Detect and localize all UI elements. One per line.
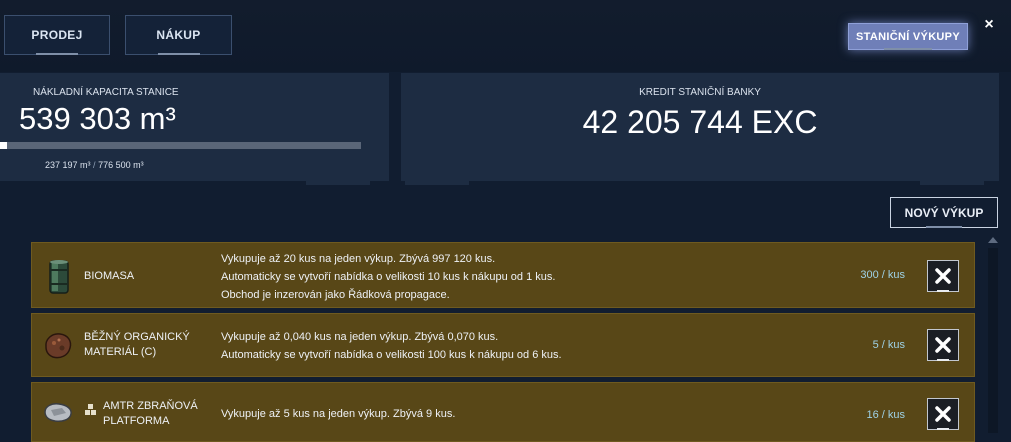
new-buyout-button[interactable]: NOVÝ VÝKUP xyxy=(890,197,998,228)
buyout-row: AMTR ZBRAŇOVÁ PLATFORMA Vykupuje až 5 ku… xyxy=(31,382,975,442)
buyout-description: Vykupuje až 0,040 kus na jeden výkup. Zb… xyxy=(221,328,562,364)
buyout-price: 5 / kus xyxy=(872,339,905,351)
buyout-item-name-line: BĚŽNÝ ORGANICKÝ xyxy=(84,331,190,343)
buyout-description: Vykupuje až 5 kus na jeden výkup. Zbývá … xyxy=(221,405,455,423)
buyout-row: BĚŽNÝ ORGANICKÝ MATERIÁL (C) Vykupuje až… xyxy=(31,313,975,377)
close-icon xyxy=(935,406,951,422)
close-icon xyxy=(935,337,951,353)
capacity-progress-bar xyxy=(0,142,361,149)
close-button[interactable]: × xyxy=(980,14,998,36)
buyout-row: BIOMASA Vykupuje až 20 kus na jeden výku… xyxy=(31,242,975,308)
buyout-description-line: Automaticky se vytvoří nabídka o velikos… xyxy=(221,271,556,283)
panel-tab-decoration xyxy=(920,180,984,185)
station-capacity-panel: NÁKLADNÍ KAPACITA STANICE 539 303 m³ 237… xyxy=(0,73,389,185)
buyout-item-name-line: PLATFORMA xyxy=(103,415,170,427)
biomass-barrel-icon xyxy=(48,259,70,300)
buyout-description-line: Obchod je inzerován jako Řádková propaga… xyxy=(221,289,450,301)
buyout-item-name: BĚŽNÝ ORGANICKÝ MATERIÁL (C) xyxy=(84,330,190,360)
buyout-item-name: AMTR ZBRAŇOVÁ PLATFORMA xyxy=(103,399,198,429)
buyout-price: 300 / kus xyxy=(860,269,905,281)
buyout-description-line: Automaticky se vytvoří nabídka o velikos… xyxy=(221,349,562,361)
station-buyouts-tab-button[interactable]: STANIČNÍ VÝKUPY xyxy=(848,23,968,50)
stack-icon xyxy=(84,403,98,422)
delete-buyout-button[interactable] xyxy=(927,260,959,292)
delete-buyout-button[interactable] xyxy=(927,398,959,430)
capacity-progress-fill xyxy=(0,142,8,149)
buyout-price: 16 / kus xyxy=(866,409,905,421)
weapon-platform-icon xyxy=(42,400,74,429)
credit-value: 42 205 744 EXC xyxy=(582,104,818,140)
close-icon xyxy=(935,268,951,284)
buyout-item-name-line: MATERIÁL (C) xyxy=(84,346,157,358)
scroll-up-arrow-icon[interactable] xyxy=(988,237,998,243)
capacity-label: NÁKLADNÍ KAPACITA STANICE xyxy=(33,87,179,98)
capacity-value: 539 303 m³ xyxy=(19,101,176,136)
buyout-description-line: Vykupuje až 20 kus na jeden výkup. Zbývá… xyxy=(221,253,496,265)
delete-buyout-button[interactable] xyxy=(927,329,959,361)
buy-tab-button[interactable]: NÁKUP xyxy=(125,15,232,55)
buyout-description-line: Vykupuje až 0,040 kus na jeden výkup. Zb… xyxy=(221,331,499,343)
capacity-used: 237 197 m³ xyxy=(45,160,91,170)
buyout-item-name-line: AMTR ZBRAŇOVÁ xyxy=(103,400,198,412)
capacity-separator: / xyxy=(93,160,96,170)
capacity-detail: 237 197 m³ / 776 500 m³ xyxy=(45,160,144,170)
scrollbar-track[interactable] xyxy=(988,248,998,433)
buyout-description: Vykupuje až 20 kus na jeden výkup. Zbývá… xyxy=(221,250,555,304)
panel-tab-decoration xyxy=(306,180,370,185)
buyout-description-line: Vykupuje až 5 kus na jeden výkup. Zbývá … xyxy=(221,408,456,420)
station-bank-credit-panel: KREDIT STANIČNÍ BANKY 42 205 744 EXC xyxy=(401,73,999,185)
panel-tab-decoration xyxy=(405,180,469,185)
credit-label: KREDIT STANIČNÍ BANKY xyxy=(639,87,761,98)
organic-material-icon xyxy=(42,329,74,366)
buyout-item-name: BIOMASA xyxy=(84,270,135,282)
capacity-total: 776 500 m³ xyxy=(98,160,144,170)
sell-tab-button[interactable]: PRODEJ xyxy=(4,15,110,55)
